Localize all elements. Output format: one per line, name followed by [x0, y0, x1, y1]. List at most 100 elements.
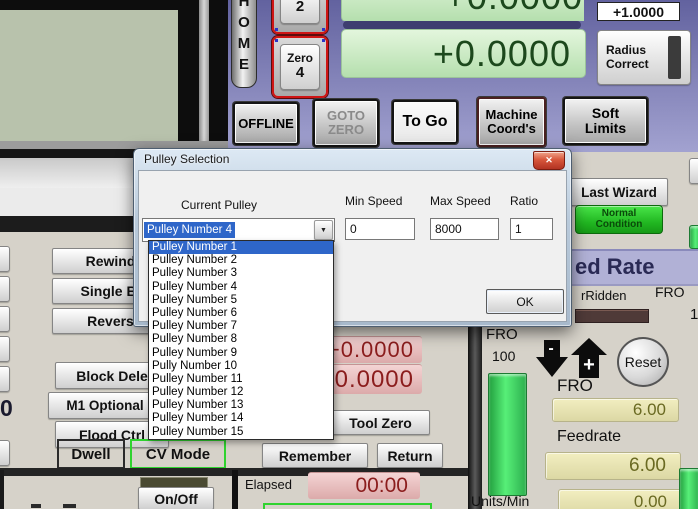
ratio-input[interactable]: 1 — [510, 218, 553, 240]
pulley-option-12[interactable]: Pulley Number 12 — [149, 386, 333, 399]
elapsed-display: 00:00 — [308, 472, 420, 499]
current-pulley-combobox[interactable]: Pulley Number 4 ▼ — [142, 218, 335, 242]
edge-button-6[interactable] — [0, 440, 10, 466]
pulley-option-5[interactable]: Pulley Number 5 — [149, 294, 333, 307]
close-button[interactable]: ✕ — [533, 151, 565, 170]
fro-column-value: 100 — [492, 348, 516, 364]
machine-coords-line1: Machine — [485, 107, 538, 123]
goto-zero-line2: ZERO — [327, 122, 365, 137]
pulley-option-1[interactable]: Pulley Number 1 — [149, 241, 333, 255]
soft-limits-line1: Soft — [591, 105, 620, 122]
m1-optional-button[interactable]: M1 Optional — [48, 392, 162, 419]
machine-coords-line2: Coord's — [487, 121, 536, 136]
radius-correct-line2: Correct — [606, 56, 649, 71]
pulley-option-10[interactable]: Pully Number 10 — [149, 360, 333, 373]
remember-button[interactable]: Remember — [262, 443, 368, 468]
pulley-option-11[interactable]: Pulley Number 11 — [149, 373, 333, 386]
pulley-option-2[interactable]: Pulley Number 2 — [149, 254, 333, 267]
pulley-option-3[interactable]: Pulley Number 3 — [149, 267, 333, 280]
remember-label: Remember — [278, 447, 352, 464]
pulley-option-4[interactable]: Pulley Number 4 — [149, 281, 333, 294]
home-button-label: HOME — [237, 0, 251, 73]
edge-button-5[interactable] — [0, 366, 10, 392]
m1-optional-label: M1 Optional — [66, 398, 144, 413]
machine-coords-button[interactable]: Machine Coord's — [477, 97, 546, 147]
last-wizard-button[interactable]: Last Wizard — [570, 178, 668, 206]
home-button[interactable]: HOME — [231, 0, 257, 88]
edge-button-2[interactable] — [0, 276, 10, 302]
rewind-label: Rewind — [85, 253, 136, 269]
fro-slider-bar[interactable] — [488, 373, 527, 496]
pulley-option-8[interactable]: Pulley Number 8 — [149, 333, 333, 346]
edge-button-4[interactable] — [0, 336, 10, 362]
fro-increment-button[interactable]: + — [571, 338, 607, 378]
clipped-text-mark-2 — [63, 504, 76, 508]
fro-decrement-button[interactable]: - — [536, 340, 568, 378]
dwell-button[interactable]: Dwell — [57, 439, 125, 469]
zero-2-label: 2 — [295, 0, 305, 15]
chevron-down-icon: ▼ — [320, 226, 327, 234]
cv-mode-label: CV Mode — [145, 445, 211, 463]
close-icon: ✕ — [545, 155, 553, 165]
pulley-option-14[interactable]: Pulley Number 14 — [149, 412, 333, 425]
units-min-label-left: Units/Min — [471, 493, 530, 509]
dro-axis-top-clip: +0.0000 — [341, 0, 584, 21]
goto-zero-line1: GOTO — [326, 108, 366, 124]
overridden-label: rRidden — [581, 288, 627, 303]
mach3-screen: HOME 2 Zero 4 +0.0000 +0.0000 +1.0000 Ra… — [0, 0, 698, 509]
feedrate-display: 6.00 — [545, 452, 681, 480]
combobox-dropdown-button[interactable]: ▼ — [314, 220, 333, 240]
radius-correct-button[interactable]: Radius Correct — [597, 30, 691, 85]
current-pulley-label: Current Pulley — [180, 198, 258, 212]
max-speed-label: Max Speed — [430, 194, 491, 208]
elapsed-label: Elapsed — [245, 477, 292, 492]
clipped-text-mark-1 — [31, 504, 41, 508]
pulley-option-13[interactable]: Pulley Number 13 — [149, 399, 333, 412]
reset-label: Reset — [624, 354, 662, 370]
edge-button-right-green[interactable] — [689, 225, 698, 249]
zero-4-button[interactable]: Zero 4 — [272, 36, 328, 98]
combobox-value: Pulley Number 4 — [144, 222, 236, 238]
dro-axis-top: +0.0000 — [341, 0, 584, 21]
pulley-option-9[interactable]: Pulley Number 9 — [149, 347, 333, 360]
dro-offset-value: +1.0000 — [613, 3, 664, 20]
max-speed-input[interactable]: 8000 — [430, 218, 499, 240]
edge-button-1[interactable] — [0, 246, 10, 272]
dialog-titlebar[interactable]: Pulley Selection ✕ — [134, 149, 571, 170]
dro-offset-box: +1.0000 — [597, 2, 680, 21]
on-off-label: On/Off — [154, 490, 198, 507]
pulley-option-15[interactable]: Pulley Number 15 — [149, 426, 333, 439]
toolpath-window-top-border — [0, 0, 178, 10]
min-speed-input[interactable]: 0 — [345, 218, 415, 240]
dro-axis-main: +0.0000 — [341, 29, 586, 78]
last-wizard-label: Last Wizard — [581, 184, 657, 200]
single-block-label: Single Bl — [80, 283, 141, 299]
offline-button[interactable]: OFFLINE — [233, 102, 299, 145]
edge-button-3[interactable] — [0, 306, 10, 332]
ok-label: OK — [516, 294, 534, 309]
zero-4-label-line2: 4 — [295, 64, 305, 82]
partial-dro-digit: 0 — [0, 395, 13, 421]
middle-panel-border — [232, 470, 238, 509]
zero-2-button[interactable]: 2 — [272, 0, 328, 34]
soft-limits-button[interactable]: Soft Limits — [563, 97, 648, 145]
normal-condition-button[interactable]: Normal Condition — [575, 205, 663, 234]
pulley-option-6[interactable]: Pulley Number 6 — [149, 307, 333, 320]
tool-zero-button[interactable]: Tool Zero — [331, 410, 430, 435]
edge-button-right-grey[interactable] — [689, 158, 698, 184]
return-button[interactable]: Return — [377, 443, 443, 468]
radius-correct-line1: Radius — [606, 42, 647, 57]
pulley-option-7[interactable]: Pulley Number 7 — [149, 320, 333, 333]
on-off-button[interactable]: On/Off — [138, 487, 214, 509]
feed-rate-band: ed Rate — [560, 249, 698, 284]
cv-mode-button[interactable]: CV Mode — [130, 439, 226, 469]
normal-condition-line1: Normal — [601, 208, 637, 219]
reset-fro-button[interactable]: Reset — [617, 337, 669, 387]
dro-bezel-band — [343, 21, 581, 29]
fro-mid-label: FRO — [557, 376, 593, 395]
to-go-button[interactable]: To Go — [392, 100, 458, 144]
ok-button[interactable]: OK — [486, 289, 564, 314]
radius-correct-indicator — [668, 36, 681, 79]
goto-zero-button[interactable]: GOTO ZERO — [313, 99, 379, 147]
reverse-label: Revers — [87, 313, 134, 329]
